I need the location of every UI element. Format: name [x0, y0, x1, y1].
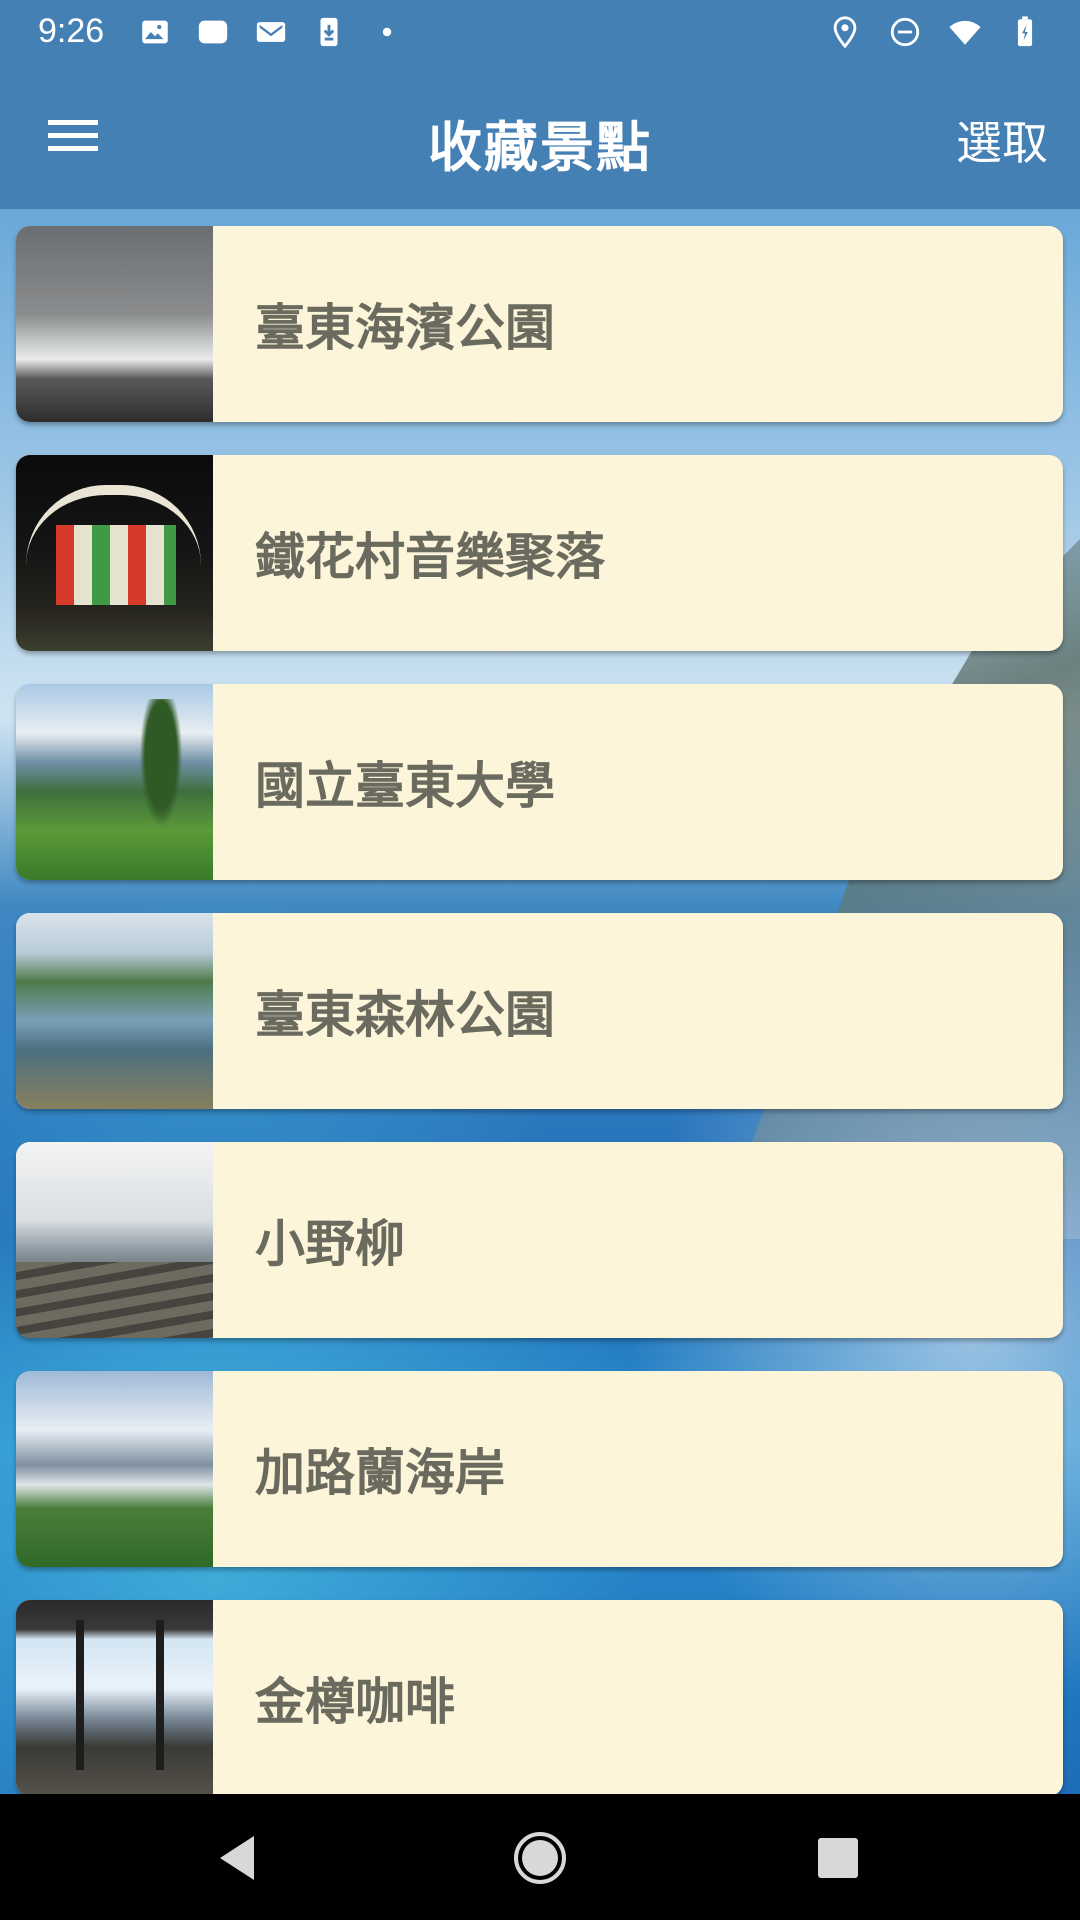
stormy-sea-photo: [16, 226, 213, 422]
back-icon[interactable]: [208, 1828, 268, 1888]
list-item[interactable]: 鐵花村音樂聚落: [16, 455, 1063, 651]
status-bar: 9:26: [0, 0, 1080, 63]
list-item-label: 金樽咖啡: [255, 1673, 455, 1731]
status-time: 9:26: [38, 12, 105, 50]
page-title: 收藏景點: [428, 116, 652, 179]
do-not-disturb-icon: [888, 15, 922, 49]
list-item[interactable]: 國立臺東大學: [16, 684, 1063, 880]
forest-lake-photo: [16, 913, 213, 1109]
rocky-coast-photo: [16, 1142, 213, 1338]
app-bar: 收藏景點 選取: [0, 63, 1080, 209]
list-item[interactable]: 臺東森林公園: [16, 913, 1063, 1109]
cafe-terrace-photo: [16, 1600, 213, 1794]
download-icon: [312, 15, 346, 49]
list-item-label: 臺東海濱公園: [255, 299, 555, 357]
favorites-list[interactable]: 臺東海濱公園 鐵花村音樂聚落 國立臺東大學 臺東森林公園 小野柳 加路蘭海岸 金…: [0, 209, 1080, 1794]
list-item[interactable]: 加路蘭海岸: [16, 1371, 1063, 1567]
list-item-label: 加路蘭海岸: [255, 1444, 505, 1502]
list-item-label: 鐵花村音樂聚落: [255, 528, 605, 586]
status-left-icons: [138, 15, 404, 49]
night-venue-photo: [16, 455, 213, 651]
list-item[interactable]: 臺東海濱公園: [16, 226, 1063, 422]
recents-icon[interactable]: [808, 1828, 868, 1888]
notification-icon: [196, 15, 230, 49]
battery-icon: [1008, 15, 1042, 49]
select-button[interactable]: 選取: [956, 107, 1048, 173]
coastline-photo: [16, 1371, 213, 1567]
list-item-label: 臺東森林公園: [255, 986, 555, 1044]
gmail-icon: [254, 15, 288, 49]
location-icon: [828, 15, 862, 49]
image-icon: [138, 15, 172, 49]
system-nav-bar: [0, 1794, 1080, 1920]
dot-icon: [370, 15, 404, 49]
list-item-label: 小野柳: [255, 1215, 405, 1273]
campus-lawn-photo: [16, 684, 213, 880]
home-icon[interactable]: [510, 1828, 570, 1888]
list-item-label: 國立臺東大學: [255, 757, 555, 815]
list-item[interactable]: 小野柳: [16, 1142, 1063, 1338]
list-item[interactable]: 金樽咖啡: [16, 1600, 1063, 1794]
status-right-icons: [828, 15, 1042, 49]
wifi-icon: [948, 15, 982, 49]
